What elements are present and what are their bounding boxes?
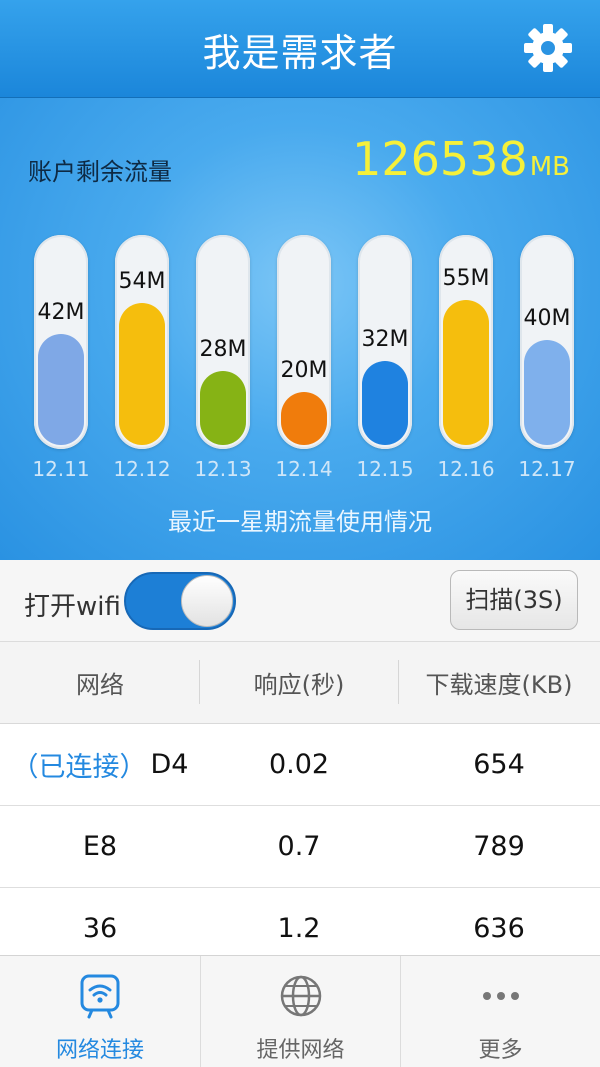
bar-value-label: 32M	[361, 327, 409, 352]
bar-date-label: 12.13	[194, 457, 252, 481]
chart-caption: 最近一星期流量使用情况	[168, 508, 432, 536]
bar-date-label: 12.11	[32, 457, 90, 481]
bar-fill	[362, 361, 408, 445]
bar-fill	[119, 303, 165, 445]
speed-cell: 654	[473, 749, 525, 780]
response-cell: 0.7	[277, 831, 321, 862]
table-row[interactable]: E8 0.7 789	[0, 806, 600, 888]
network-cell: E8	[82, 831, 118, 862]
bar-date-label: 12.15	[356, 457, 414, 481]
wifi-control-row: 打开wifi 扫描(3S)	[0, 560, 600, 642]
toggle-knob	[181, 575, 233, 627]
bar-track	[34, 235, 88, 449]
globe-icon	[280, 975, 322, 1017]
bottom-tab-bar: 网络连接 提供网络 更多	[0, 955, 600, 1067]
table-row[interactable]: （已连接） D4 0.02 654	[0, 724, 600, 806]
wifi-toggle[interactable]	[124, 572, 236, 630]
bar-date-label: 12.12	[113, 457, 171, 481]
column-header-network: 网络	[76, 671, 124, 699]
connected-tag: （已连接）	[11, 752, 147, 783]
table-header: 网络 响应(秒) 下载速度(KB)	[0, 642, 600, 724]
tab-more[interactable]: 更多	[400, 956, 600, 1067]
bar-date-label: 12.16	[437, 457, 495, 481]
bar-value-label: 28M	[199, 337, 247, 362]
tab-label: 提供网络	[256, 1038, 345, 1063]
bar-date-label: 12.14	[275, 457, 333, 481]
network-cell: （已连接） D4	[0, 724, 200, 805]
title-bar: 我是需求者	[0, 0, 600, 98]
bar-date-label: 12.17	[518, 457, 576, 481]
gear-icon[interactable]	[522, 22, 574, 74]
bar-track	[277, 235, 331, 449]
tab-provide-network[interactable]: 提供网络	[200, 956, 400, 1067]
bar-fill	[38, 334, 84, 445]
bar-value-label: 55M	[442, 266, 490, 291]
bar-track	[115, 235, 169, 449]
wifi-label: 打开wifi	[24, 592, 121, 622]
column-header-response: 响应(秒)	[253, 671, 345, 699]
page-title: 我是需求者	[202, 31, 398, 75]
speed-cell: 789	[473, 831, 525, 862]
tab-label: 网络连接	[55, 1038, 144, 1063]
more-dots-icon	[483, 992, 519, 1000]
response-cell: 0.02	[268, 749, 330, 780]
bar-track	[520, 235, 574, 449]
weekly-usage-chart: 42M 12.11 54M 12.12 28M 12.13 20M 12.14 32M 12.15…	[0, 98, 600, 560]
bar-value-label: 20M	[280, 358, 328, 383]
bar-value-label: 54M	[118, 269, 166, 294]
bar-value-label: 40M	[523, 306, 571, 331]
traffic-panel: 账户剩余流量 126538MB 42M 12.11 54M 12.12 28M 12.13…	[0, 98, 600, 560]
tab-network-connect[interactable]: 网络连接	[0, 956, 200, 1067]
column-header-speed: 下载速度(KB)	[425, 671, 573, 699]
network-name: D4	[150, 749, 189, 780]
scan-button[interactable]: 扫描(3S)	[450, 570, 578, 630]
bar-fill	[524, 340, 570, 445]
bar-fill	[443, 300, 489, 445]
wifi-router-icon	[80, 974, 120, 1019]
bar-fill	[200, 371, 246, 445]
bar-value-label: 42M	[37, 300, 85, 325]
tab-label: 更多	[478, 1038, 523, 1063]
bar-fill	[281, 392, 327, 445]
